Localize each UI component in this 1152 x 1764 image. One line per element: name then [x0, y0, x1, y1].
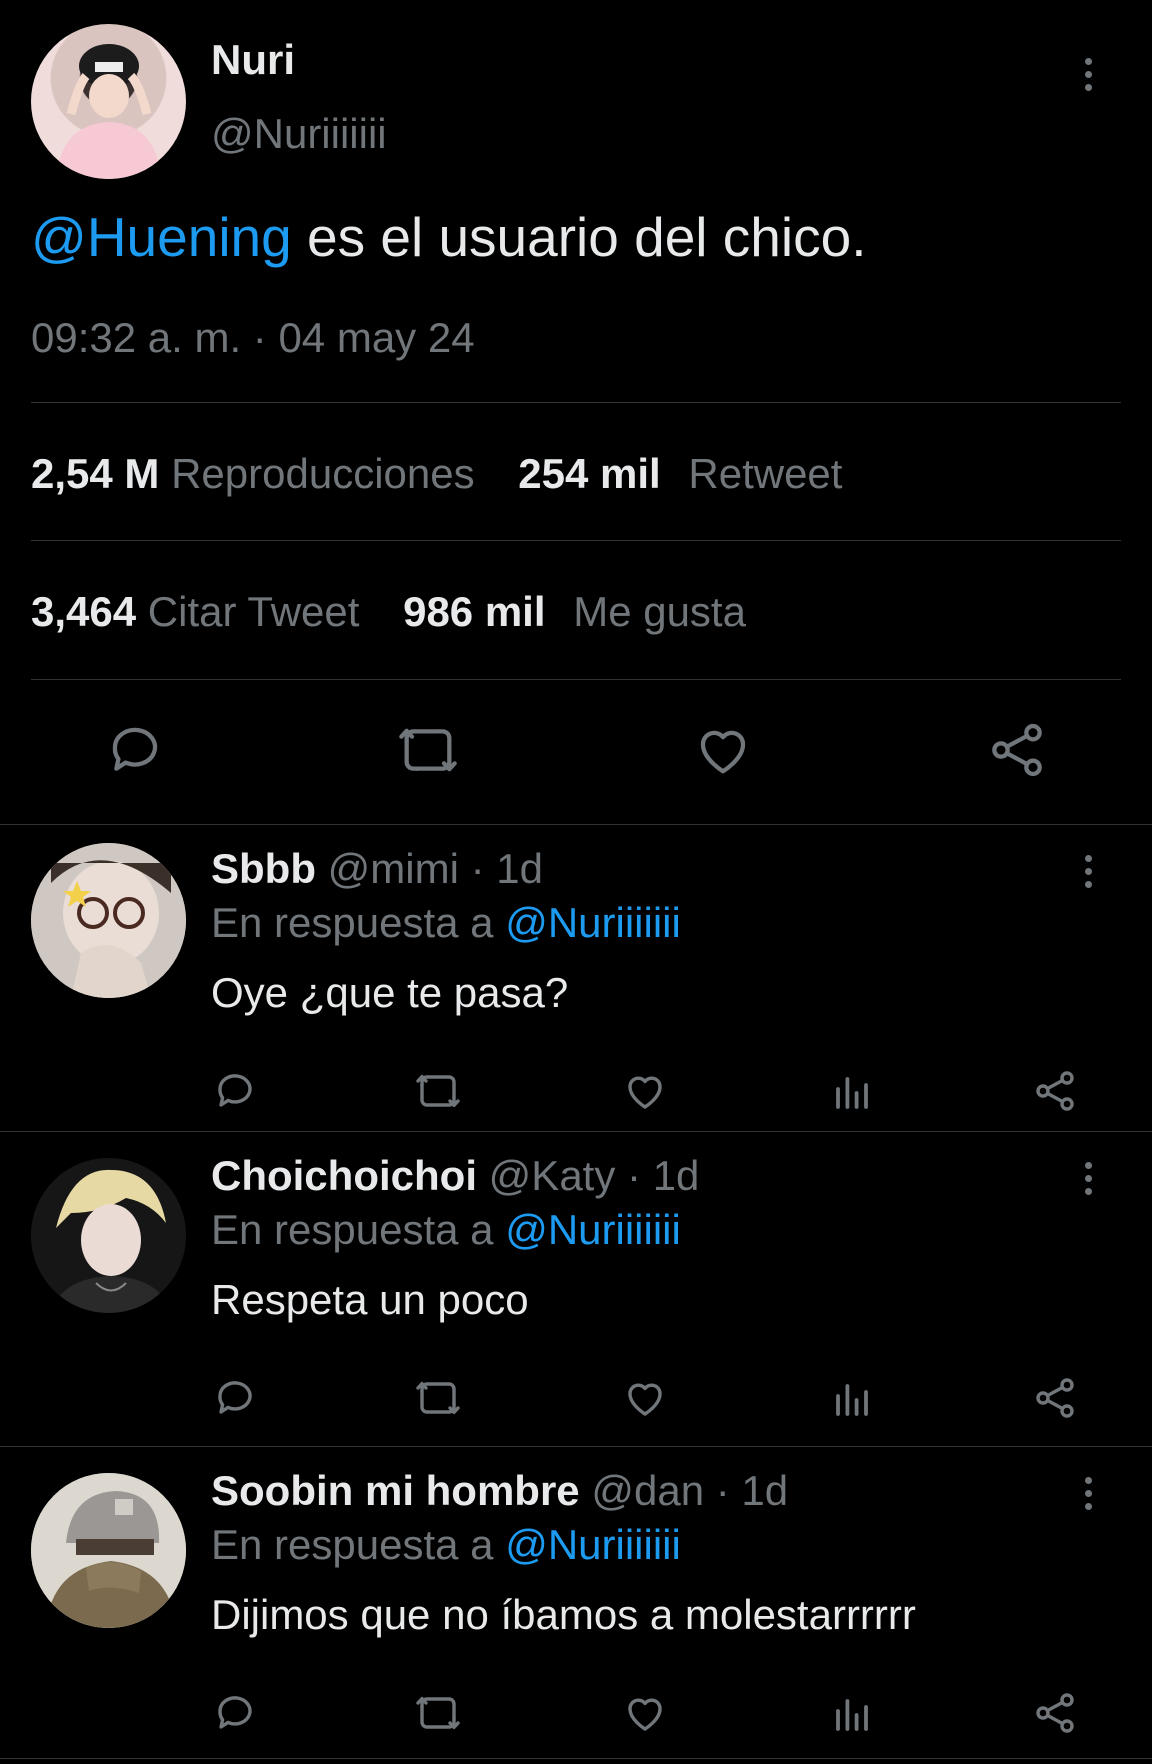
- like-icon[interactable]: [621, 1067, 669, 1115]
- in-reply-to-link[interactable]: @Nuriiiiiii: [505, 1521, 681, 1568]
- separator-dot: ·: [458, 845, 497, 892]
- in-reply-to: En respuesta a @Nuriiiiiii: [211, 899, 681, 947]
- reply-text: Oye ¿que te pasa?: [211, 969, 569, 1016]
- stats-row-2: 3,464 Citar Tweet 986 mil Me gusta: [31, 588, 746, 636]
- views-icon[interactable]: [828, 1374, 876, 1422]
- views-count: 2,54 M: [31, 450, 160, 497]
- reply-header: Soobin mi hombre @dan · 1d: [211, 1467, 788, 1515]
- reply-icon[interactable]: [103, 718, 167, 782]
- like-icon[interactable]: [621, 1374, 669, 1422]
- separator-dot: ·: [615, 1152, 653, 1199]
- reply-tweet[interactable]: Sbbb @mimi · 1d En respuesta a @Nuriiiii…: [0, 827, 1152, 1142]
- share-icon[interactable]: [985, 718, 1049, 782]
- reply-author-handle[interactable]: @mimi: [328, 845, 459, 892]
- divider: [0, 1131, 1152, 1132]
- reply-author-name[interactable]: Choichoichoi: [211, 1152, 477, 1199]
- reply-text: Respeta un poco: [211, 1276, 529, 1323]
- share-icon[interactable]: [1031, 1689, 1079, 1737]
- divider: [31, 540, 1121, 541]
- in-reply-to-prefix: En respuesta a: [211, 1521, 506, 1568]
- divider: [0, 1446, 1152, 1447]
- reply-actions: [211, 1374, 1091, 1426]
- reply-age[interactable]: 1d: [741, 1467, 788, 1514]
- retweets-label[interactable]: Retweet: [688, 450, 842, 497]
- retweet-icon[interactable]: [414, 1374, 462, 1422]
- reply-header: Sbbb @mimi · 1d: [211, 845, 543, 893]
- author-handle[interactable]: @Nuriiiiiii: [211, 110, 387, 158]
- retweets-count[interactable]: 254 mil: [518, 450, 660, 497]
- retweet-icon[interactable]: [396, 718, 460, 782]
- views-icon[interactable]: [828, 1689, 876, 1737]
- stats-row-1: 2,54 M Reproducciones 254 mil Retweet: [31, 450, 842, 498]
- author-avatar[interactable]: [31, 24, 186, 179]
- retweet-icon[interactable]: [414, 1689, 462, 1737]
- separator-dot: ·: [704, 1467, 742, 1514]
- author-name[interactable]: Nuri: [211, 36, 295, 84]
- reply-tweet[interactable]: Choichoichoi @Katy · 1d En respuesta a @…: [0, 1134, 1152, 1449]
- share-icon[interactable]: [1031, 1374, 1079, 1422]
- quotes-count[interactable]: 3,464: [31, 588, 136, 635]
- reply-author-handle[interactable]: @dan: [591, 1467, 704, 1514]
- divider: [0, 1758, 1152, 1759]
- in-reply-to-prefix: En respuesta a: [211, 1206, 506, 1253]
- mention-link[interactable]: @Huening: [31, 206, 292, 268]
- reply-actions: [211, 1689, 1091, 1741]
- reply-author-handle[interactable]: @Katy: [489, 1152, 616, 1199]
- reply-icon[interactable]: [211, 1374, 259, 1422]
- reply-header: Choichoichoi @Katy · 1d: [211, 1152, 699, 1200]
- tweet-timestamp[interactable]: 09:32 a. m. · 04 may 24: [31, 314, 475, 362]
- more-options-icon[interactable]: [1078, 52, 1098, 96]
- likes-count[interactable]: 986 mil: [403, 588, 545, 635]
- divider: [31, 679, 1121, 680]
- more-options-icon[interactable]: [1078, 1156, 1098, 1200]
- divider: [31, 402, 1121, 403]
- tweet-text: @Huening es el usuario del chico.: [31, 205, 866, 269]
- reply-avatar[interactable]: [31, 843, 186, 998]
- in-reply-to: En respuesta a @Nuriiiiiii: [211, 1206, 681, 1254]
- reply-age[interactable]: 1d: [496, 845, 543, 892]
- share-icon[interactable]: [1031, 1067, 1079, 1115]
- views-label[interactable]: Reproducciones: [171, 450, 475, 497]
- in-reply-to-prefix: En respuesta a: [211, 899, 506, 946]
- reply-text: Dijimos que no íbamos a molestarrrrrr: [211, 1591, 916, 1638]
- views-icon[interactable]: [828, 1067, 876, 1115]
- reply-author-name[interactable]: Sbbb: [211, 845, 316, 892]
- reply-icon[interactable]: [211, 1067, 259, 1115]
- like-icon[interactable]: [691, 718, 755, 782]
- likes-label[interactable]: Me gusta: [573, 588, 746, 635]
- reply-avatar[interactable]: [31, 1158, 186, 1313]
- reply-actions: [211, 1067, 1091, 1119]
- more-options-icon[interactable]: [1078, 849, 1098, 893]
- more-options-icon[interactable]: [1078, 1471, 1098, 1515]
- retweet-icon[interactable]: [414, 1067, 462, 1115]
- like-icon[interactable]: [621, 1689, 669, 1737]
- reply-tweet[interactable]: Soobin mi hombre @dan · 1d En respuesta …: [0, 1449, 1152, 1764]
- reply-author-name[interactable]: Soobin mi hombre: [211, 1467, 580, 1514]
- reply-avatar[interactable]: [31, 1473, 186, 1628]
- reply-age[interactable]: 1d: [653, 1152, 700, 1199]
- divider: [0, 824, 1152, 825]
- reply-icon[interactable]: [211, 1689, 259, 1737]
- quotes-label[interactable]: Citar Tweet: [148, 588, 360, 635]
- tweet-body: es el usuario del chico.: [291, 206, 867, 268]
- in-reply-to-link[interactable]: @Nuriiiiiii: [505, 1206, 681, 1253]
- in-reply-to: En respuesta a @Nuriiiiiii: [211, 1521, 681, 1569]
- in-reply-to-link[interactable]: @Nuriiiiiii: [505, 899, 681, 946]
